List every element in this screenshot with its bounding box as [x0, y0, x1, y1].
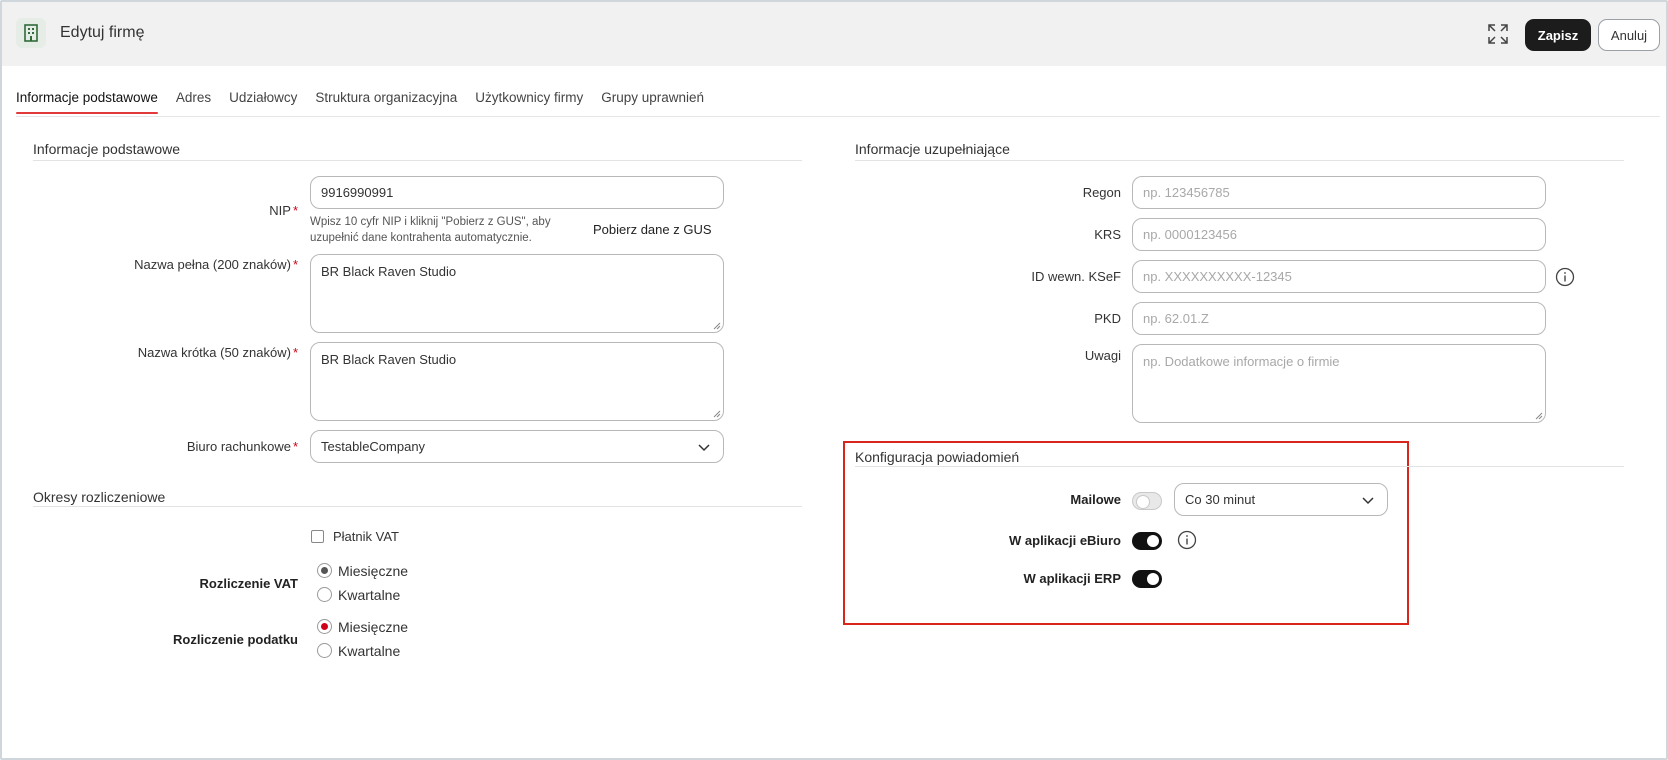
ksef-input[interactable]: np. XXXXXXXXXX-12345 [1132, 260, 1546, 293]
vat-monthly-radio[interactable] [317, 563, 332, 578]
krs-input[interactable]: np. 0000123456 [1132, 218, 1546, 251]
resize-handle-icon [713, 322, 721, 330]
ebiuro-notif-toggle[interactable] [1132, 532, 1162, 550]
resize-handle-icon [1535, 412, 1543, 420]
notes-label: Uwagi [1084, 348, 1121, 363]
tax-monthly-radio[interactable] [317, 619, 332, 634]
krs-label: KRS [1094, 227, 1121, 242]
notifications-highlight-box [843, 441, 1409, 625]
tab-company-users[interactable]: Użytkownicy firmy [475, 84, 583, 114]
email-frequency-select[interactable]: Co 30 minut [1174, 483, 1388, 516]
nip-input[interactable]: 9916990991 [310, 176, 724, 209]
email-notif-toggle[interactable] [1132, 492, 1162, 510]
nip-hint: Wpisz 10 cyfr NIP i kliknij "Pobierz z G… [310, 216, 551, 244]
section-divider [33, 160, 802, 161]
section-title-periods: Okresy rozliczeniowe [33, 489, 166, 505]
nip-label: NIP * [269, 203, 298, 218]
section-title-notifications: Konfiguracja powiadomień [855, 449, 1020, 465]
notes-textarea[interactable]: np. Dodatkowe informacje o firmie [1132, 344, 1546, 423]
office-label: Biuro rachunkowe * [186, 439, 298, 454]
vat-monthly-label: Miesięczne [338, 563, 409, 579]
top-bar: Edytuj firmę Zapisz Anuluj [2, 2, 1666, 66]
expand-icon[interactable] [1486, 22, 1512, 48]
section-title-basic: Informacje podstawowe [33, 141, 181, 157]
section-divider [855, 466, 1624, 467]
tab-shareholders[interactable]: Udziałowcy [229, 84, 297, 114]
section-divider [855, 160, 1624, 161]
cancel-button[interactable]: Anuluj [1598, 19, 1660, 51]
office-select[interactable]: TestableCompany [310, 430, 724, 463]
tax-quarterly-label: Kwartalne [338, 643, 401, 659]
vat-payer-label: Płatnik VAT [333, 529, 399, 544]
short-name-textarea[interactable]: BR Black Raven Studio [310, 342, 724, 421]
building-icon [16, 18, 46, 48]
tabs-divider [16, 116, 1660, 117]
vat-payer-checkbox[interactable] [311, 530, 324, 543]
tab-basic-info[interactable]: Informacje podstawowe [16, 84, 158, 114]
vat-quarterly-radio[interactable] [317, 587, 332, 602]
tax-monthly-label: Miesięczne [338, 619, 409, 635]
tab-permission-groups[interactable]: Grupy uprawnień [601, 84, 704, 114]
fetch-gus-link[interactable]: Pobierz dane z GUS [593, 222, 712, 237]
vat-quarterly-label: Kwartalne [338, 587, 401, 603]
pkd-label: PKD [1094, 311, 1121, 326]
section-divider [33, 506, 802, 507]
regon-input[interactable]: np. 123456785 [1132, 176, 1546, 209]
chevron-down-icon [1362, 496, 1374, 504]
regon-label: Regon [1082, 185, 1121, 200]
info-icon[interactable] [1555, 267, 1575, 287]
short-name-label: Nazwa krótka (50 znaków) * [137, 345, 298, 360]
pkd-input[interactable]: np. 62.01.Z [1132, 302, 1546, 335]
email-notif-label: Mailowe [1070, 492, 1121, 507]
tax-quarterly-radio[interactable] [317, 643, 332, 658]
page-title: Edytuj firmę [60, 24, 145, 41]
tab-bar: Informacje podstawowe Adres Udziałowcy S… [16, 84, 722, 116]
ksef-label: ID wewn. KSeF [1031, 269, 1121, 284]
erp-notif-label: W aplikacji ERP [1023, 571, 1121, 586]
resize-handle-icon [713, 410, 721, 418]
full-name-label: Nazwa pełna (200 znaków) * [134, 257, 298, 272]
tab-address[interactable]: Adres [176, 84, 211, 114]
vat-settlement-label: Rozliczenie VAT [199, 576, 298, 591]
erp-notif-toggle[interactable] [1132, 570, 1162, 588]
section-title-extra: Informacje uzupełniające [855, 141, 1010, 157]
save-button[interactable]: Zapisz [1525, 19, 1591, 51]
ebiuro-notif-label: W aplikacji eBiuro [1009, 533, 1121, 548]
chevron-down-icon [698, 443, 710, 451]
full-name-textarea[interactable]: BR Black Raven Studio [310, 254, 724, 333]
tax-settlement-label: Rozliczenie podatku [173, 632, 298, 647]
info-icon[interactable] [1177, 530, 1197, 550]
tab-org-structure[interactable]: Struktura organizacyjna [315, 84, 457, 114]
